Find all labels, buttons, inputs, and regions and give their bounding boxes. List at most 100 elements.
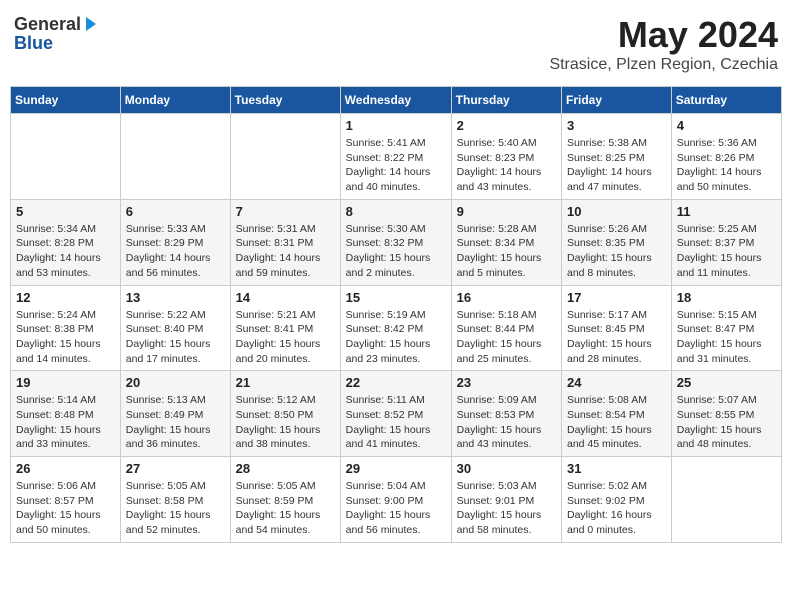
calendar-cell: 11 Sunrise: 5:25 AM Sunset: 8:37 PM Dayli… [671,199,781,285]
location-title: Strasice, Plzen Region, Czechia [549,56,778,74]
day-number: 31 [567,461,666,476]
weekday-header: Thursday [451,87,561,114]
day-number: 16 [457,290,556,305]
day-info: Sunrise: 5:24 AM Sunset: 8:38 PM Dayligh… [16,308,115,367]
weekday-header: Tuesday [230,87,340,114]
calendar-cell: 12Sunrise: 5:24 AM Sunset: 8:38 PM Dayli… [11,285,121,371]
day-number: 10 [567,204,666,219]
calendar-cell: 31 Sunrise: 5:02 AM Sunset: 9:02 PM Dayli… [562,457,672,543]
day-info: Sunrise: 5:06 AM Sunset: 8:57 PM Dayligh… [16,479,115,538]
day-info: Sunrise: 5:15 AM Sunset: 8:47 PM Dayligh… [677,308,776,367]
calendar-cell: 8 Sunrise: 5:30 AM Sunset: 8:32 PM Daylig… [340,199,451,285]
header: General Blue May 2024 Strasice, Plzen Re… [10,10,782,78]
calendar-cell: 6 Sunrise: 5:33 AM Sunset: 8:29 PM Daylig… [120,199,230,285]
day-info: Sunrise: 5:26 AM Sunset: 8:35 PM Dayligh… [567,222,666,281]
day-number: 4 [677,118,776,133]
day-number: 29 [346,461,446,476]
day-number: 23 [457,375,556,390]
day-info: Sunrise: 5:17 AM Sunset: 8:45 PM Dayligh… [567,308,666,367]
logo-general-text: General [14,14,81,35]
day-number: 15 [346,290,446,305]
calendar-week-row: 5Sunrise: 5:34 AM Sunset: 8:28 PM Daylig… [11,199,782,285]
day-number: 11 [677,204,776,219]
calendar-week-row: 12Sunrise: 5:24 AM Sunset: 8:38 PM Dayli… [11,285,782,371]
day-info: Sunrise: 5:19 AM Sunset: 8:42 PM Dayligh… [346,308,446,367]
day-info: Sunrise: 5:08 AM Sunset: 8:54 PM Dayligh… [567,393,666,452]
calendar-cell: 10 Sunrise: 5:26 AM Sunset: 8:35 PM Dayli… [562,199,672,285]
calendar-week-row: 1 Sunrise: 5:41 AM Sunset: 8:22 PM Daylig… [11,114,782,200]
day-info: Sunrise: 5:28 AM Sunset: 8:34 PM Dayligh… [457,222,556,281]
day-number: 2 [457,118,556,133]
calendar-cell: 26Sunrise: 5:06 AM Sunset: 8:57 PM Dayli… [11,457,121,543]
calendar-cell: 28Sunrise: 5:05 AM Sunset: 8:59 PM Dayli… [230,457,340,543]
day-info: Sunrise: 5:13 AM Sunset: 8:49 PM Dayligh… [126,393,225,452]
day-info: Sunrise: 5:38 AM Sunset: 8:25 PM Dayligh… [567,136,666,195]
calendar-week-row: 19 Sunrise: 5:14 AM Sunset: 8:48 PM Dayli… [11,371,782,457]
calendar-cell [11,114,121,200]
day-info: Sunrise: 5:41 AM Sunset: 8:22 PM Dayligh… [346,136,446,195]
day-number: 3 [567,118,666,133]
day-number: 19 [16,375,115,390]
day-number: 6 [126,204,225,219]
logo-arrow-icon [82,17,98,33]
calendar-cell: 29 Sunrise: 5:04 AM Sunset: 9:00 PM Dayli… [340,457,451,543]
day-number: 5 [16,204,115,219]
calendar-cell: 2Sunrise: 5:40 AM Sunset: 8:23 PM Daylig… [451,114,561,200]
calendar-cell [120,114,230,200]
day-number: 13 [126,290,225,305]
calendar-cell: 15 Sunrise: 5:19 AM Sunset: 8:42 PM Dayli… [340,285,451,371]
day-number: 20 [126,375,225,390]
day-info: Sunrise: 5:11 AM Sunset: 8:52 PM Dayligh… [346,393,446,452]
calendar-cell: 4 Sunrise: 5:36 AM Sunset: 8:26 PM Daylig… [671,114,781,200]
calendar-cell: 13Sunrise: 5:22 AM Sunset: 8:40 PM Dayli… [120,285,230,371]
calendar-cell: 3 Sunrise: 5:38 AM Sunset: 8:25 PM Daylig… [562,114,672,200]
day-number: 8 [346,204,446,219]
day-number: 25 [677,375,776,390]
day-number: 9 [457,204,556,219]
day-number: 14 [236,290,335,305]
day-number: 30 [457,461,556,476]
calendar-cell: 24 Sunrise: 5:08 AM Sunset: 8:54 PM Dayli… [562,371,672,457]
day-info: Sunrise: 5:36 AM Sunset: 8:26 PM Dayligh… [677,136,776,195]
day-info: Sunrise: 5:25 AM Sunset: 8:37 PM Dayligh… [677,222,776,281]
calendar-cell: 25 Sunrise: 5:07 AM Sunset: 8:55 PM Dayli… [671,371,781,457]
calendar-cell: 17Sunrise: 5:17 AM Sunset: 8:45 PM Dayli… [562,285,672,371]
weekday-header: Friday [562,87,672,114]
day-info: Sunrise: 5:07 AM Sunset: 8:55 PM Dayligh… [677,393,776,452]
logo-blue-text: Blue [14,33,53,54]
day-info: Sunrise: 5:12 AM Sunset: 8:50 PM Dayligh… [236,393,335,452]
calendar-cell: 30 Sunrise: 5:03 AM Sunset: 9:01 PM Dayli… [451,457,561,543]
day-info: Sunrise: 5:03 AM Sunset: 9:01 PM Dayligh… [457,479,556,538]
day-info: Sunrise: 5:02 AM Sunset: 9:02 PM Dayligh… [567,479,666,538]
logo: General Blue [14,14,98,54]
calendar-cell: 5Sunrise: 5:34 AM Sunset: 8:28 PM Daylig… [11,199,121,285]
calendar-cell: 18Sunrise: 5:15 AM Sunset: 8:47 PM Dayli… [671,285,781,371]
calendar-cell: 16 Sunrise: 5:18 AM Sunset: 8:44 PM Dayli… [451,285,561,371]
calendar-cell: 14 Sunrise: 5:21 AM Sunset: 8:41 PM Dayli… [230,285,340,371]
calendar-cell: 21Sunrise: 5:12 AM Sunset: 8:50 PM Dayli… [230,371,340,457]
month-title: May 2024 [549,14,778,56]
calendar-cell [671,457,781,543]
day-info: Sunrise: 5:33 AM Sunset: 8:29 PM Dayligh… [126,222,225,281]
calendar-cell: 23Sunrise: 5:09 AM Sunset: 8:53 PM Dayli… [451,371,561,457]
day-info: Sunrise: 5:21 AM Sunset: 8:41 PM Dayligh… [236,308,335,367]
day-number: 27 [126,461,225,476]
calendar-cell: 7Sunrise: 5:31 AM Sunset: 8:31 PM Daylig… [230,199,340,285]
calendar-cell: 27 Sunrise: 5:05 AM Sunset: 8:58 PM Dayli… [120,457,230,543]
day-info: Sunrise: 5:14 AM Sunset: 8:48 PM Dayligh… [16,393,115,452]
day-number: 24 [567,375,666,390]
calendar-cell: 22 Sunrise: 5:11 AM Sunset: 8:52 PM Dayli… [340,371,451,457]
day-number: 28 [236,461,335,476]
calendar-cell: 9 Sunrise: 5:28 AM Sunset: 8:34 PM Daylig… [451,199,561,285]
weekday-header: Sunday [11,87,121,114]
calendar-cell: 19 Sunrise: 5:14 AM Sunset: 8:48 PM Dayli… [11,371,121,457]
day-info: Sunrise: 5:18 AM Sunset: 8:44 PM Dayligh… [457,308,556,367]
calendar-cell: 20 Sunrise: 5:13 AM Sunset: 8:49 PM Dayli… [120,371,230,457]
day-number: 22 [346,375,446,390]
day-info: Sunrise: 5:05 AM Sunset: 8:58 PM Dayligh… [126,479,225,538]
calendar-table: SundayMondayTuesdayWednesdayThursdayFrid… [10,86,782,543]
calendar-cell: 1 Sunrise: 5:41 AM Sunset: 8:22 PM Daylig… [340,114,451,200]
day-info: Sunrise: 5:04 AM Sunset: 9:00 PM Dayligh… [346,479,446,538]
day-number: 1 [346,118,446,133]
day-info: Sunrise: 5:30 AM Sunset: 8:32 PM Dayligh… [346,222,446,281]
